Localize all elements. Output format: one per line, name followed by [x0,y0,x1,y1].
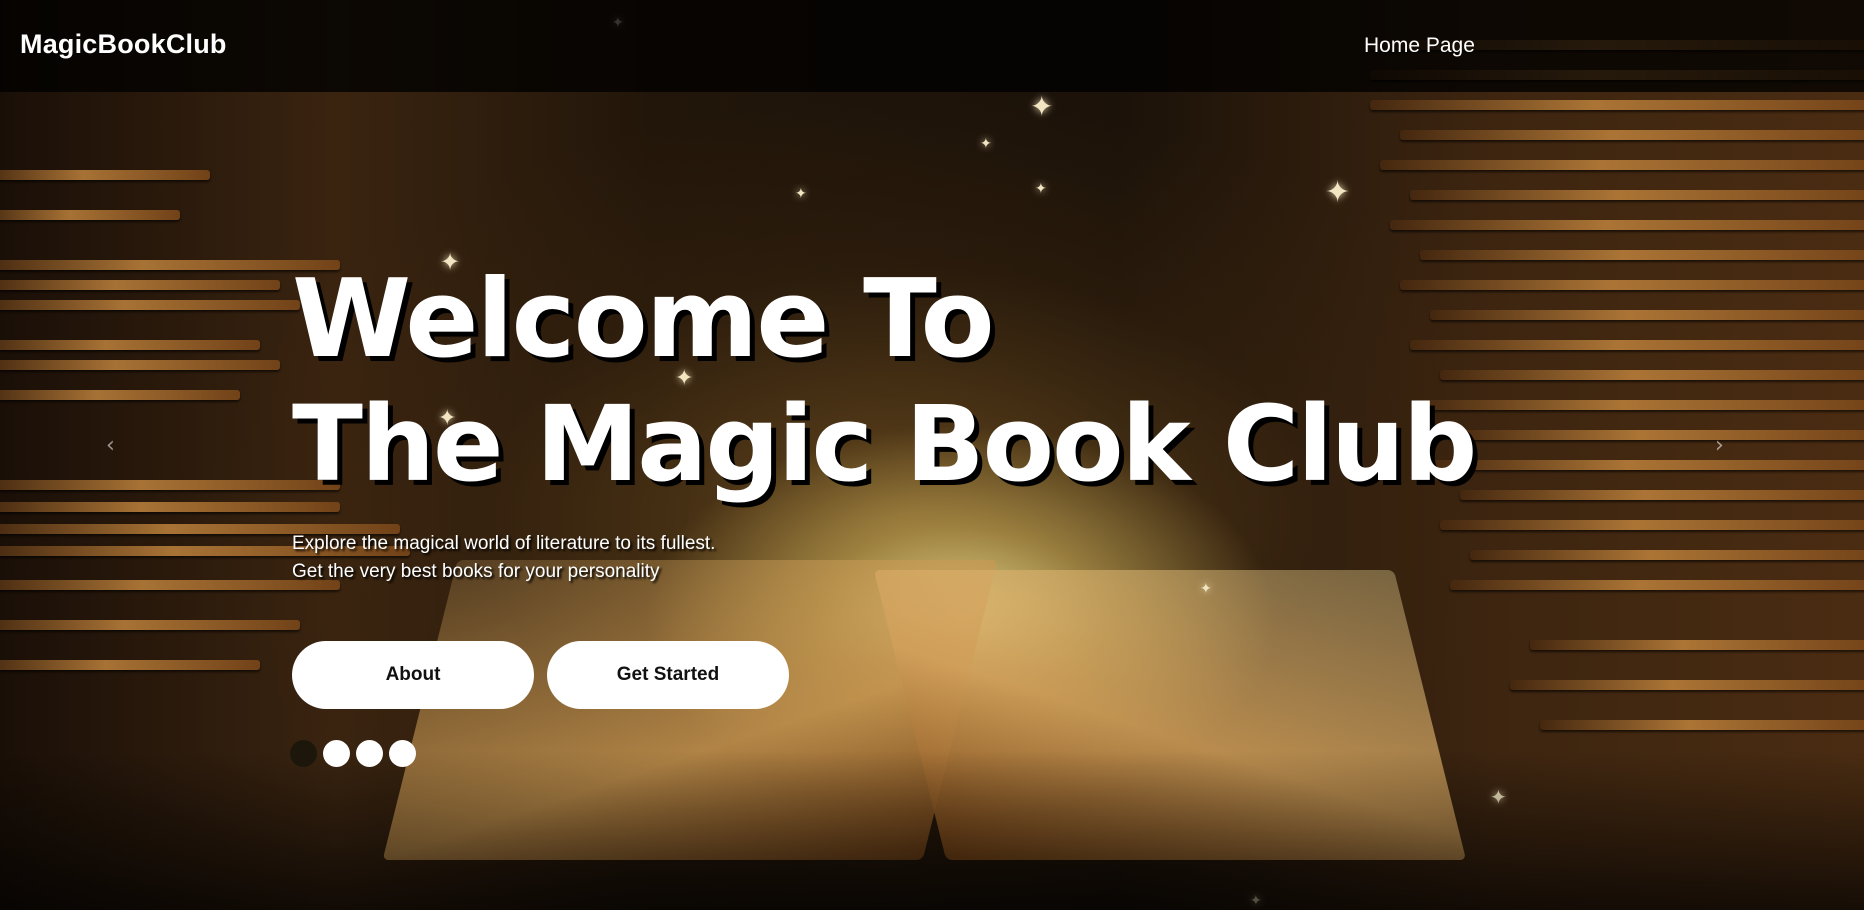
sparkle-icon: ✦ [980,135,992,151]
sparkle-icon: ✦ [795,185,807,201]
top-navbar: MagicBookClub Home Page [0,0,1864,92]
carousel-indicator-3[interactable] [356,740,383,767]
brand-logo[interactable]: MagicBookClub [20,29,227,60]
left-book-stack-image [0,150,410,710]
nav-link-home-page[interactable]: Home Page [1364,34,1475,58]
hero-subtitle: Explore the magical world of literature … [292,530,715,586]
subtitle-line-1: Explore the magical world of literature … [292,533,716,554]
about-button[interactable]: About [292,641,534,709]
chevron-left-icon[interactable]: ‹ [106,433,115,458]
sparkle-icon: ✦ [1030,91,1054,122]
hero-headline: Welcome To The Magic Book Club [292,257,1477,506]
sparkle-icon: ✦ [1035,180,1047,196]
sparkle-icon: ✦ [1200,580,1212,596]
headline-line-2: The Magic Book Club [292,383,1477,505]
get-started-button[interactable]: Get Started [547,641,789,709]
carousel-indicator-1[interactable] [290,740,317,767]
headline-line-1: Welcome To [292,257,995,382]
sparkle-icon: ✦ [1325,176,1351,209]
carousel-indicator-2[interactable] [323,740,350,767]
subtitle-line-2: Get the very best books for your persona… [292,561,660,582]
chevron-right-icon[interactable]: › [1715,433,1724,458]
carousel-indicator-4[interactable] [389,740,416,767]
carousel-indicators [290,740,416,767]
